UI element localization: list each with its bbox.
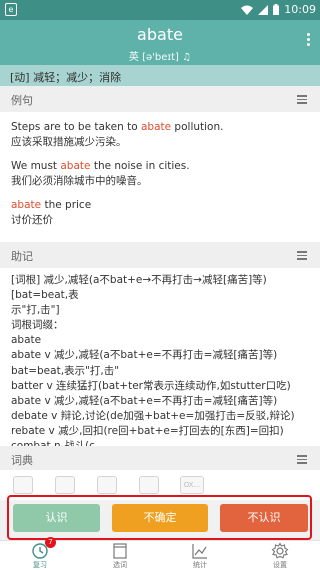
nav-item-select-words[interactable]: 选词 xyxy=(80,541,160,570)
signal-icon xyxy=(258,4,269,15)
memory-line: abate xyxy=(11,334,42,347)
clock: 10:09 xyxy=(284,3,316,16)
battery-icon xyxy=(273,4,280,15)
memory-line: batter v 连续猛打(bat+ter常表示连续动作,如stutter口吃) xyxy=(11,379,291,392)
example-en: We must abate the noise in cities. xyxy=(11,160,190,172)
memory-section-header: 助记 xyxy=(0,242,320,268)
unsure-button[interactable]: 不确定 xyxy=(112,504,208,532)
word-title: abate xyxy=(137,25,183,44)
memory-line: 示"打,击"] xyxy=(11,304,60,317)
definition-bar: [动] 减轻；减少；消除 xyxy=(0,65,320,86)
wifi-icon xyxy=(241,5,254,15)
example-item: abate the price 讨价还价 xyxy=(11,198,309,228)
memory-line: abate v 减少,减轻(a不bat+e=不再打击=减轻[痛苦]等) xyxy=(11,394,278,407)
status-indicators: 10:09 xyxy=(241,3,316,16)
gear-icon xyxy=(271,542,289,559)
word-header: abate 英 [ə'beɪt] ♫ xyxy=(0,20,320,65)
nav-item-settings[interactable]: 设置 xyxy=(240,541,320,570)
examples-title: 例句 xyxy=(11,94,33,107)
dict-person-icon[interactable] xyxy=(55,476,75,494)
nav-label: 统计 xyxy=(193,561,207,569)
examples-menu-icon[interactable] xyxy=(297,95,307,106)
memory-line: 词根词缀： xyxy=(11,319,64,332)
nav-label: 复习 xyxy=(33,561,47,569)
nav-item-statistics[interactable]: 统计 xyxy=(160,541,240,570)
example-en: abate the price xyxy=(11,199,92,211)
example-item: We must abate the noise in cities. 我们必须消… xyxy=(11,159,309,189)
memory-line: bat=beat,表示"打,击" xyxy=(11,364,120,377)
phonetic-pronunciation[interactable]: 英 [ə'beɪt] ♫ xyxy=(0,48,320,63)
example-zh: 我们必须消除城市中的噪音。 xyxy=(11,175,148,187)
nav-label: 选词 xyxy=(113,561,127,569)
dictionary-menu-icon[interactable] xyxy=(297,455,307,466)
example-zh: 应该采取措施减少污染。 xyxy=(11,136,127,148)
more-options-icon[interactable] xyxy=(307,33,311,47)
status-bar: e 10:09 xyxy=(0,0,320,20)
know-button[interactable]: 认识 xyxy=(13,504,100,532)
memory-body: [词根] 减少,减轻(a不bat+e→不再打击→减轻[痛苦]等)[bat=bea… xyxy=(0,268,320,452)
nav-label: 设置 xyxy=(273,561,287,569)
dictionary-section-header: 词典 xyxy=(0,446,320,470)
examples-section-header: 例句 xyxy=(0,86,320,112)
dictionary-title: 词典 xyxy=(11,454,33,467)
memory-line: rebate v 减少,回扣(re回+bat+e=打回去的[东西]=回扣) xyxy=(11,424,284,437)
unknown-button[interactable]: 不认识 xyxy=(220,504,308,532)
bing-icon[interactable] xyxy=(139,476,159,494)
word-book-icon xyxy=(113,543,127,559)
example-en: Steps are to be taken to abate pollution… xyxy=(11,121,224,133)
dict-chat-icon[interactable] xyxy=(97,476,117,494)
examples-body: Steps are to be taken to abate pollution… xyxy=(0,112,320,242)
dict-book-icon[interactable] xyxy=(13,476,33,494)
nav-item-review[interactable]: 7 复习 xyxy=(0,537,80,570)
example-zh: 讨价还价 xyxy=(11,214,53,226)
app-notification-icon: e xyxy=(5,3,17,16)
example-item: Steps are to be taken to abate pollution… xyxy=(11,120,309,150)
memory-title: 助记 xyxy=(11,250,33,263)
review-count-badge: 7 xyxy=(45,537,56,548)
memory-menu-icon[interactable] xyxy=(297,251,307,262)
memory-line: abate v 减少,减轻(a不bat+e=不再打击=减轻[痛苦]等) xyxy=(11,349,278,362)
memory-line: debate v 辩论,讨论(de加强+bat+e=加强打击=反驳,辩论) xyxy=(11,409,295,422)
oxford-icon[interactable]: OX... xyxy=(180,476,204,494)
memory-line: [词根] 减少,减轻(a不bat+e→不再打击→减轻[痛苦]等)[bat=bea… xyxy=(11,274,267,302)
stats-chart-icon xyxy=(192,544,207,559)
bottom-nav: 7 复习 选词 统计 设置 xyxy=(0,537,320,570)
